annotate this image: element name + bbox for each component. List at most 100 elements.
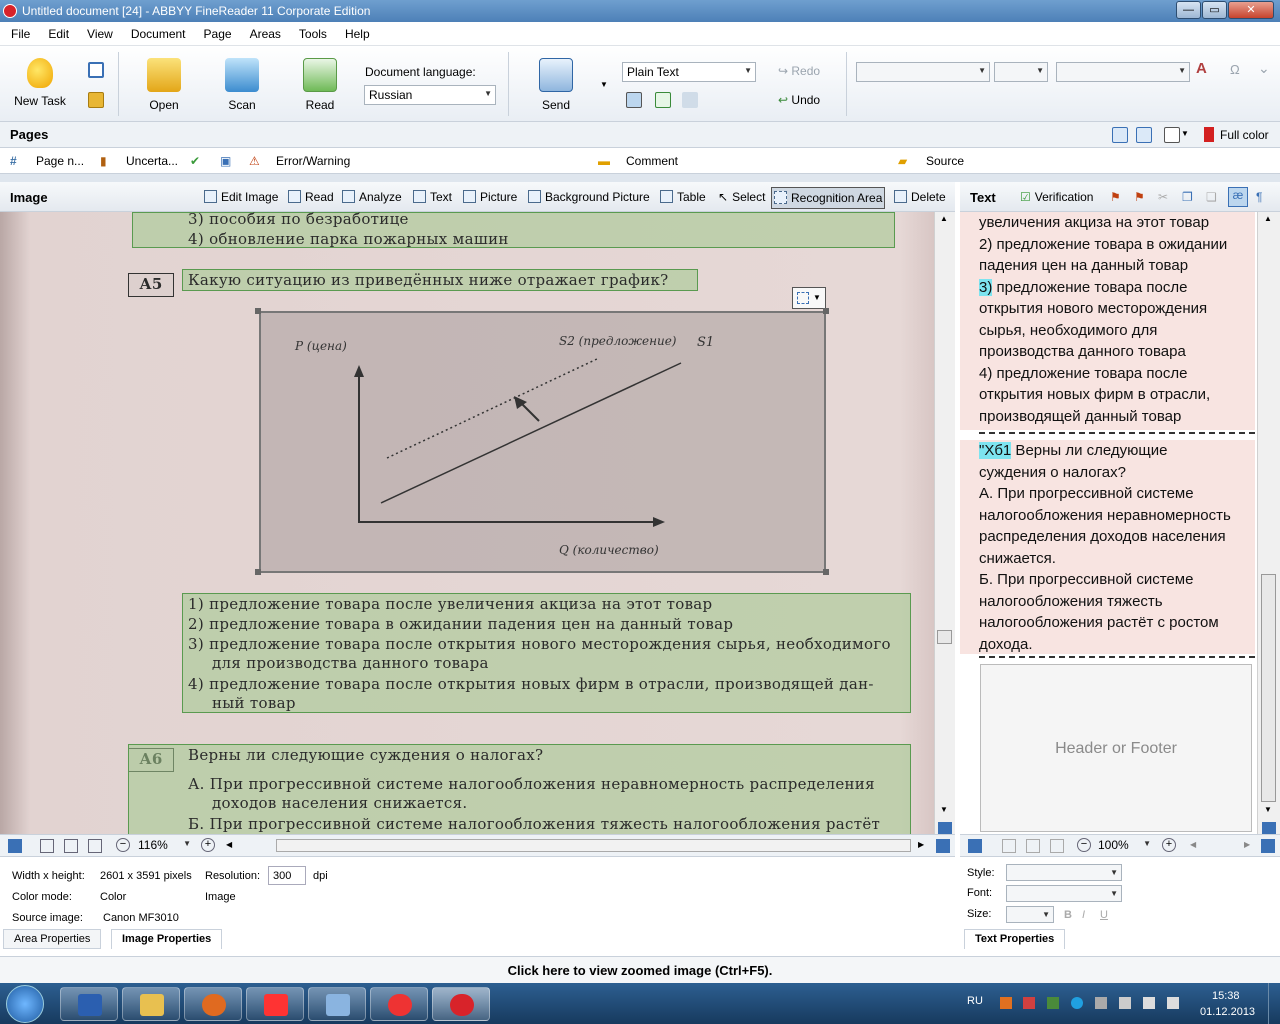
chevron-down-icon[interactable]: ▼ [1181,129,1189,138]
select-button[interactable]: ↖ Select [718,190,765,204]
resize-handle[interactable] [823,569,829,575]
document-mode-icon[interactable] [655,92,671,108]
upload-arrow-icon[interactable] [1112,127,1128,143]
check-icon[interactable]: ✔ [190,154,200,168]
picture-area-button[interactable]: Picture [463,190,517,204]
taskbar-word[interactable] [60,987,118,1021]
tray-icon[interactable] [1023,997,1035,1009]
save-disk-icon[interactable]: ▣ [220,154,231,168]
scan-button[interactable]: Scan [210,54,274,116]
style-select[interactable] [1056,62,1190,82]
menu-tools[interactable]: Tools [288,22,334,41]
picture-area-graph[interactable]: P (цена) Q (количество) S2 (предложение)… [259,311,826,573]
layout-mode-icon[interactable] [626,92,642,108]
page-down-icon[interactable] [936,839,950,853]
scroll-left-arrow[interactable]: ◀ [226,840,232,849]
tab-area-properties[interactable]: Area Properties [3,929,102,949]
collapse-icon[interactable] [968,839,982,853]
col-error-warning[interactable]: Error/Warning [276,154,350,168]
next-error-icon[interactable]: ⚑ [1134,190,1145,204]
text-zoom-select[interactable]: 100% [1094,836,1154,856]
scroll-up-arrow[interactable]: ▲ [1264,214,1272,223]
taskbar-explorer[interactable] [122,987,180,1021]
uncertain-char-highlight[interactable]: 3) [979,278,993,296]
tray-icon[interactable] [1000,997,1012,1009]
open-button[interactable]: Open [132,54,196,116]
scroll-right-arrow[interactable]: ▶ [1244,840,1250,849]
tab-image-properties[interactable]: Image Properties [111,929,223,949]
language-indicator[interactable]: RU [967,995,983,1007]
zoomed-image-hint[interactable]: Click here to view zoomed image (Ctrl+F5… [0,956,1280,983]
image-view[interactable]: 3) пособия по безработице 4) обновление … [0,212,934,834]
panel-splitter[interactable] [0,174,1280,182]
analyze-button[interactable]: Analyze [342,190,402,204]
bold-icon[interactable]: B [1064,909,1072,921]
actual-size-icon[interactable] [88,839,102,853]
resolution-input[interactable]: 300 [268,866,306,885]
prev-error-icon[interactable]: ⚑ [1110,190,1121,204]
fit-page-icon[interactable] [1002,839,1016,853]
collapse-icon[interactable] [8,839,22,853]
col-comment[interactable]: Comment [626,154,678,168]
close-button[interactable]: ✕ [1228,1,1274,19]
folder-small-icon[interactable] [88,92,104,108]
menu-page[interactable]: Page [193,22,239,41]
send-button[interactable]: Send [524,54,588,116]
scroll-down-arrow[interactable]: ▼ [940,805,948,814]
chevron-down-icon[interactable]: ⌄ [1258,60,1270,77]
redo-button[interactable]: ↪ Redo [778,64,820,78]
options-tool-icon[interactable] [682,92,698,108]
taskbar-media[interactable] [184,987,242,1021]
copy-icon[interactable]: ❐ [1182,190,1193,204]
paragraph-marks-icon[interactable]: ¶ [1256,190,1262,204]
page-up-icon[interactable] [1262,822,1276,834]
scroll-up-arrow[interactable]: ▲ [940,214,948,223]
full-color-label[interactable]: Full color [1220,128,1269,142]
send-dropdown-arrow[interactable]: ▼ [600,80,608,89]
minimize-button[interactable]: — [1176,1,1201,19]
menu-help[interactable]: Help [334,22,377,41]
taskbar-yandex-browser[interactable] [370,987,428,1021]
resize-handle[interactable] [255,308,261,314]
scroll-left-arrow[interactable]: ◀ [1190,840,1196,849]
col-source[interactable]: Source [926,154,964,168]
paste-icon[interactable]: ❏ [1206,190,1217,204]
show-formatting-icon[interactable]: æ [1228,187,1248,207]
text-block-options[interactable]: увеличения акциза на этот товар 2) предл… [960,212,1255,430]
fit-width-icon[interactable] [64,839,78,853]
document-language-select[interactable]: Russian [364,85,496,105]
menu-areas[interactable]: Areas [239,22,288,41]
scroll-thumb[interactable] [1261,574,1276,802]
verification-button[interactable]: ☑ Verification [1020,190,1093,204]
col-page-number[interactable]: Page n... [36,154,84,168]
start-button[interactable] [6,985,44,1023]
tray-icon[interactable] [1119,997,1131,1009]
text-vertical-scrollbar[interactable]: ▲ ▼ [1257,212,1280,834]
menu-edit[interactable]: Edit [37,22,76,41]
taskbar-finereader[interactable] [432,987,490,1021]
read-area-button[interactable]: Read [288,190,334,204]
underline-icon[interactable]: U [1100,909,1108,921]
resize-handle[interactable] [255,569,261,575]
zoom-in-icon[interactable]: + [1162,838,1176,852]
image-horizontal-scroll-thumb[interactable] [276,839,911,852]
area-type-dropdown[interactable]: ▼ [792,287,826,309]
size-select[interactable] [1006,906,1054,923]
network-icon[interactable] [1143,997,1155,1009]
scroll-thumb[interactable] [937,630,952,644]
resize-handle[interactable] [823,308,829,314]
new-task-button[interactable]: New Task [8,54,72,116]
clock-date[interactable]: 01.12.2013 [1200,1006,1255,1018]
menu-document[interactable]: Document [120,22,193,41]
new-document-icon[interactable] [88,62,104,78]
show-desktop-button[interactable] [1268,983,1280,1024]
skype-icon[interactable] [1071,997,1083,1009]
read-button[interactable]: Read [288,54,352,116]
text-area-button[interactable]: Text [413,190,452,204]
uncertain-char-highlight[interactable]: "Хб1 [979,442,1012,459]
menu-view[interactable]: View [76,22,120,41]
actual-size-icon[interactable] [1050,839,1064,853]
special-chars-icon[interactable]: Ω [1230,62,1240,77]
zoom-out-icon[interactable]: − [116,838,130,852]
font-color-icon[interactable]: A [1196,60,1207,77]
